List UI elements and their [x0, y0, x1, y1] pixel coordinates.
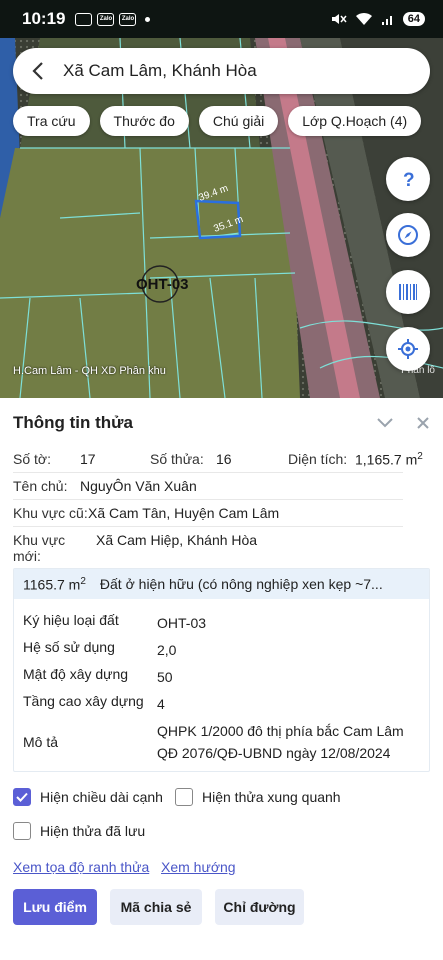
option-label: Hiện thửa đã lưu: [40, 823, 146, 839]
divider: [13, 499, 403, 500]
new-area-row: Khu vực mới: Xã Cam Hiệp, Khánh Hòa: [13, 532, 257, 564]
close-icon[interactable]: [416, 416, 430, 430]
land-purpose: Đất ở hiện hữu (có nông nghiệp xen kẹp ~…: [99, 576, 383, 592]
detail-label: Ký hiệu loại đất: [23, 612, 119, 628]
signal-icon: [381, 16, 392, 25]
check-icon: [16, 792, 28, 802]
checkbox-checked[interactable]: [13, 788, 31, 806]
divider: [13, 526, 403, 527]
detail-label: Mật độ xây dựng: [23, 666, 129, 682]
parcel-code-label: OHT-03: [136, 276, 189, 293]
detail-value: 4: [157, 696, 165, 712]
my-location-icon: [398, 339, 418, 359]
detail-row: Hệ số sử dụng 2,0: [23, 639, 417, 661]
screenshot-icon: [75, 12, 93, 26]
detail-value: QHPK 1/2000 đô thị phía bắc Cam Lâm QĐ 2…: [157, 723, 404, 761]
show-edge-length-option[interactable]: Hiện chiều dài cạnh: [13, 788, 163, 806]
parcel-info-panel: Thông tin thửa Số tờ: 17 Số thửa: 16 Diệ…: [0, 398, 443, 960]
chip-lookup[interactable]: Tra cứu: [13, 106, 90, 136]
chip-planning-layers[interactable]: Lớp Q.Hoạch (4): [288, 106, 422, 136]
status-notification-icons: Zalo Zalo: [75, 12, 151, 26]
barcode-button[interactable]: [386, 270, 430, 314]
sheet-number-value: 17: [80, 451, 96, 467]
area-label: Diện tích:: [288, 451, 348, 467]
detail-label: Tầng cao xây dựng: [23, 693, 144, 709]
compass-button[interactable]: [386, 213, 430, 257]
wifi-icon: [355, 12, 372, 25]
planning-detail-header[interactable]: 1165.7 m2 Đất ở hiện hữu (có nông nghiệp…: [14, 569, 429, 599]
area-value: 1,165.7 m2: [355, 451, 423, 468]
detail-label: Hệ số sử dụng: [23, 639, 115, 655]
search-bar[interactable]: Xã Cam Lâm, Khánh Hòa: [13, 48, 430, 94]
map-layer-caption-right: Phân lô: [401, 365, 435, 376]
new-area-label: Khu vực mới:: [13, 532, 66, 564]
option-label: Hiện chiều dài cạnh: [40, 789, 163, 805]
planning-detail-box: 1165.7 m2 Đất ở hiện hữu (có nông nghiệp…: [13, 568, 430, 772]
old-area-label: Khu vực cũ:: [13, 505, 88, 521]
detail-value: 50: [157, 669, 173, 685]
checkbox-unchecked[interactable]: [13, 822, 31, 840]
panel-title: Thông tin thửa: [13, 413, 133, 432]
parcel-number-value: 16: [216, 451, 232, 467]
sheet-parcel-area-row: Số tờ: 17 Số thửa: 16 Diện tích: 1,165.7…: [13, 451, 423, 468]
detail-row: Mô tả QHPK 1/2000 đô thị phía bắc Cam Lâ…: [23, 720, 417, 764]
map-tools-chips: Tra cứu Thước đo Chú giải Lớp Q.Hoạch (4…: [13, 106, 422, 136]
new-area-value: Xã Cam Hiệp, Khánh Hòa: [96, 532, 258, 548]
battery-level: 64: [402, 12, 425, 26]
detail-label: Mô tả: [23, 734, 59, 750]
svg-text:?: ?: [403, 170, 415, 190]
zalo-icon: Zalo: [119, 12, 137, 26]
zalo-icon: Zalo: [97, 12, 115, 26]
directions-button[interactable]: Chỉ đường: [215, 889, 304, 925]
option-label: Hiện thửa xung quanh: [202, 789, 341, 805]
back-arrow-icon[interactable]: [29, 61, 49, 81]
more-notifications-icon: [145, 16, 151, 22]
detail-row: Mật độ xây dựng 50: [23, 666, 417, 688]
detail-row: Tầng cao xây dựng 4: [23, 693, 417, 715]
detail-value: 2,0: [157, 642, 177, 658]
planning-area: 1165.7 m2: [23, 575, 86, 593]
detail-value: OHT-03: [157, 615, 207, 631]
map-layer-caption: H.Cam Lâm - QH XD Phân khu: [13, 365, 166, 377]
status-time: 10:19: [22, 9, 66, 28]
help-button[interactable]: ?: [386, 157, 430, 201]
old-area-row: Khu vực cũ: Xã Cam Tân, Huyện Cam Lâm: [13, 505, 279, 521]
mute-icon: [331, 14, 347, 24]
owner-value: NguyÔn Văn Xuân: [80, 478, 197, 494]
show-neighbors-option[interactable]: Hiện thửa xung quanh: [175, 788, 341, 806]
checkbox-unchecked[interactable]: [175, 788, 193, 806]
barcode-icon: [399, 284, 417, 300]
parcel-number-label: Số thửa:: [150, 451, 204, 467]
status-bar: 10:19 Zalo Zalo 64: [0, 0, 443, 38]
view-direction-link[interactable]: Xem hướng: [161, 859, 236, 875]
show-saved-option[interactable]: Hiện thửa đã lưu: [13, 822, 145, 840]
map-view[interactable]: 39.4 m 35.1 m OHT-03 Xã Cam Lâm, Khánh H…: [0, 38, 443, 398]
detail-row: Ký hiệu loại đất OHT-03: [23, 612, 417, 634]
divider: [13, 472, 403, 473]
search-query[interactable]: Xã Cam Lâm, Khánh Hòa: [63, 61, 257, 81]
old-area-value: Xã Cam Tân, Huyện Cam Lâm: [88, 505, 280, 521]
compass-icon: [398, 225, 418, 245]
share-code-button[interactable]: Mã chia sẻ: [110, 889, 202, 925]
help-icon: ?: [403, 170, 415, 190]
owner-label: Tên chủ:: [13, 478, 68, 494]
collapse-chevron-icon[interactable]: [376, 417, 394, 429]
chip-ruler[interactable]: Thước đo: [99, 106, 189, 136]
owner-row: Tên chủ: NguyÔn Văn Xuân: [13, 478, 197, 494]
sheet-number-label: Số tờ:: [13, 451, 51, 467]
save-point-button[interactable]: Lưu điểm: [13, 889, 97, 925]
view-boundary-coords-link[interactable]: Xem tọa độ ranh thửa: [13, 859, 149, 875]
chip-legend[interactable]: Chú giải: [198, 106, 279, 136]
